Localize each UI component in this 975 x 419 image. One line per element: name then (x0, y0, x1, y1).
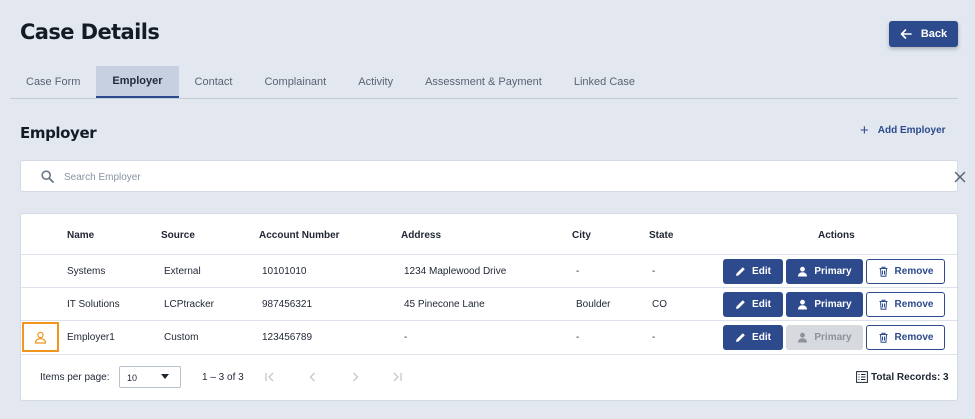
arrow-left-icon (900, 29, 912, 39)
items-per-page-label: Items per page: (40, 372, 110, 383)
column-header-account-number: Account Number (259, 230, 340, 241)
cell-account-number: 10101010 (262, 266, 307, 277)
user-icon (34, 331, 47, 344)
tab-divider (10, 98, 958, 99)
back-label: Back (920, 28, 948, 40)
trash-icon (879, 299, 888, 310)
pencil-icon (736, 333, 745, 342)
tab-complainant[interactable]: Complainant (248, 66, 342, 98)
items-per-page-value: 10 (127, 373, 138, 383)
remove-label: Remove (894, 332, 934, 343)
edit-button[interactable]: Edit (723, 325, 783, 350)
items-per-page-select[interactable]: 10 (119, 366, 181, 388)
page-title: Case Details (20, 20, 160, 44)
cell-account-number: 987456321 (262, 299, 313, 310)
tab-bar: Case Form Employer Contact Complainant A… (10, 66, 651, 98)
cell-city: Boulder (576, 299, 611, 310)
first-page-icon[interactable] (264, 371, 276, 383)
table-row: Employer1 Custom 123456789 - - - Edit Pr… (21, 321, 957, 354)
user-icon (798, 299, 808, 310)
back-button[interactable]: Back (889, 21, 958, 47)
edit-label: Edit (752, 332, 771, 343)
next-page-icon[interactable] (349, 371, 361, 383)
total-records-label: Total Records: 3 (871, 371, 949, 383)
remove-label: Remove (894, 266, 934, 277)
tab-case-form[interactable]: Case Form (10, 66, 96, 98)
employer-table: Name Source Account Number Address City … (20, 213, 958, 401)
trash-icon (879, 332, 888, 343)
primary-button[interactable]: Primary (786, 259, 863, 284)
column-header-name: Name (67, 230, 95, 241)
cell-state: - (652, 332, 656, 343)
tab-contact[interactable]: Contact (179, 66, 249, 98)
add-employer-label: Add Employer (877, 125, 946, 136)
cell-source: LCPtracker (164, 299, 215, 310)
cell-address: 1234 Maplewood Drive (404, 266, 507, 277)
cell-city: - (576, 332, 580, 343)
tab-linked-case[interactable]: Linked Case (558, 66, 651, 98)
tab-activity[interactable]: Activity (342, 66, 409, 98)
list-icon (856, 371, 868, 383)
search-input[interactable] (64, 168, 884, 186)
cell-source: External (164, 266, 201, 277)
remove-button[interactable]: Remove (866, 292, 945, 317)
table-row: Systems External 10101010 1234 Maplewood… (21, 255, 957, 288)
section-title: Employer (20, 124, 97, 142)
divider (21, 354, 957, 355)
column-header-city: City (572, 230, 591, 241)
add-employer-button[interactable]: + Add Employer (860, 121, 946, 139)
remove-button[interactable]: Remove (866, 259, 945, 284)
column-header-address: Address (401, 230, 442, 241)
close-icon[interactable] (954, 171, 966, 183)
pagination-range: 1 – 3 of 3 (202, 372, 244, 383)
cell-source: Custom (164, 332, 199, 343)
column-header-state: State (649, 230, 674, 241)
primary-employer-marker (22, 322, 59, 352)
remove-button[interactable]: Remove (866, 325, 945, 350)
cell-address: 45 Pinecone Lane (404, 299, 485, 310)
column-header-source: Source (161, 230, 195, 241)
remove-label: Remove (894, 299, 934, 310)
total-records: Total Records: 3 (856, 371, 949, 383)
cell-name: Systems (67, 266, 106, 277)
cell-name: IT Solutions (67, 299, 120, 310)
user-icon (798, 266, 808, 277)
plus-icon: + (860, 121, 869, 139)
primary-button[interactable]: Primary (786, 292, 863, 317)
edit-label: Edit (752, 299, 771, 310)
edit-label: Edit (752, 266, 771, 277)
search-icon (41, 170, 54, 183)
user-icon (798, 332, 808, 343)
cell-state: CO (652, 299, 667, 310)
primary-label: Primary (814, 299, 852, 310)
caret-down-icon (161, 374, 169, 379)
previous-page-icon[interactable] (307, 371, 319, 383)
search-bar (20, 160, 966, 192)
pencil-icon (736, 267, 745, 276)
primary-button: Primary (786, 325, 863, 350)
tab-assessment-payment[interactable]: Assessment & Payment (409, 66, 558, 98)
table-row: IT Solutions LCPtracker 987456321 45 Pin… (21, 288, 957, 321)
last-page-icon[interactable] (391, 371, 403, 383)
cell-city: - (576, 266, 580, 277)
trash-icon (879, 266, 888, 277)
primary-label: Primary (814, 332, 852, 343)
edit-button[interactable]: Edit (723, 292, 783, 317)
edit-button[interactable]: Edit (723, 259, 783, 284)
cell-state: - (652, 266, 656, 277)
cell-account-number: 123456789 (262, 332, 313, 343)
primary-label: Primary (814, 266, 852, 277)
table-footer: Items per page: 10 1 – 3 of 3 Total Reco… (21, 357, 957, 401)
cell-address: - (404, 332, 408, 343)
tab-employer[interactable]: Employer (96, 66, 179, 98)
column-header-actions: Actions (818, 230, 855, 241)
pencil-icon (736, 300, 745, 309)
cell-name: Employer1 (67, 332, 115, 343)
